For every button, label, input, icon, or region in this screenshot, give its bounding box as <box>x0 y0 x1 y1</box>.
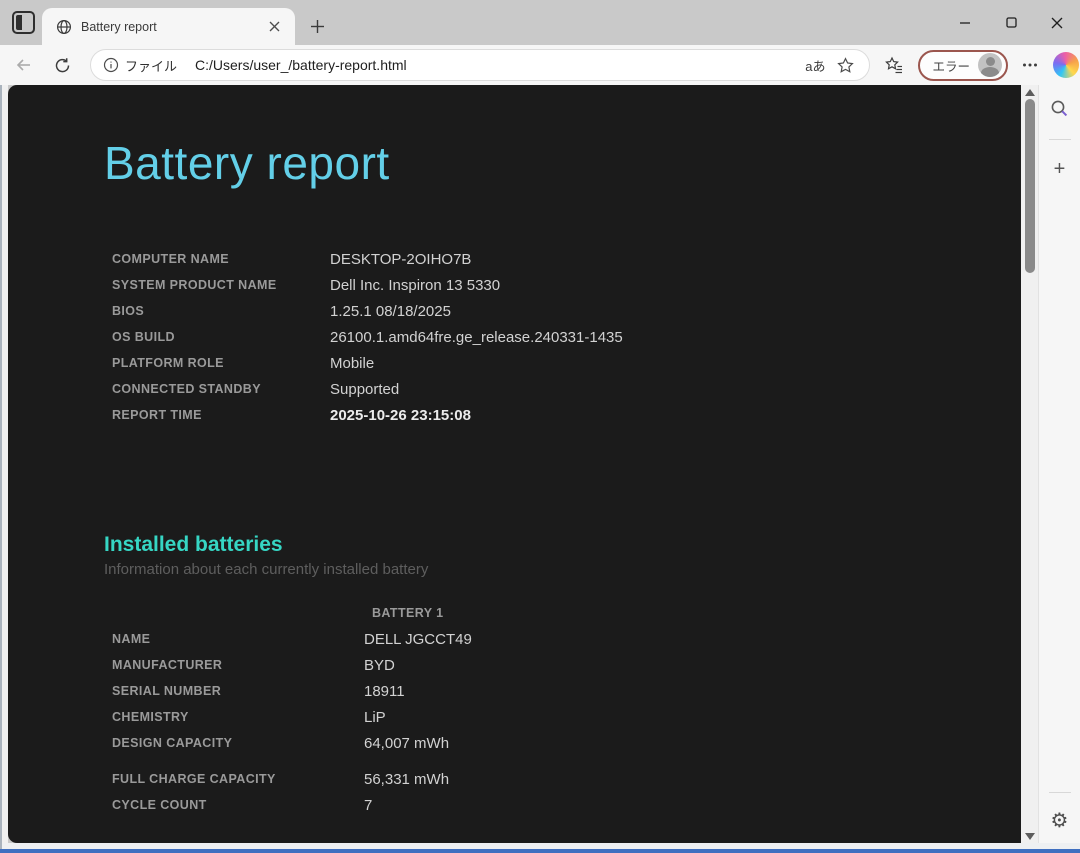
url-scheme-label: ファイル <box>125 56 177 75</box>
window-controls <box>942 0 1080 45</box>
back-icon[interactable] <box>8 49 40 81</box>
window-left-edge <box>0 85 8 843</box>
table-row: COMPUTER NAME DESKTOP-2OIHO7B <box>112 246 1021 272</box>
title-bar: Battery report <box>0 0 1080 45</box>
table-row: NAME DELL JGCCT49 <box>112 626 1021 652</box>
table-row: PLATFORM ROLE Mobile <box>112 350 1021 376</box>
table-row: DESIGN CAPACITY 64,007 mWh <box>112 730 1021 756</box>
address-bar[interactable]: ファイル C:/Users/user_/battery-report.html … <box>90 49 870 81</box>
section-title-installed-batteries: Installed batteries <box>104 532 1021 558</box>
table-row: REPORT TIME 2025-10-26 23:15:08 <box>112 402 1021 428</box>
sidebar-divider <box>1049 139 1071 140</box>
settings-and-more-icon[interactable] <box>1016 51 1044 79</box>
page-title: Battery report <box>104 136 1021 190</box>
browser-window: Battery report <box>0 0 1080 853</box>
browser-toolbar: ファイル C:/Users/user_/battery-report.html … <box>0 45 1080 85</box>
table-row: CONNECTED STANDBY Supported <box>112 376 1021 402</box>
table-row: CYCLE COUNT 7 <box>112 792 1021 818</box>
minimize-button[interactable] <box>942 0 988 45</box>
table-row: SERIAL NUMBER 18911 <box>112 678 1021 704</box>
tab-close-icon[interactable] <box>263 16 285 38</box>
table-row: FULL CHARGE CAPACITY 56,331 mWh <box>112 766 1021 792</box>
refresh-icon[interactable] <box>46 49 78 81</box>
sidebar-search-icon[interactable] <box>1045 93 1075 123</box>
table-row: CHEMISTRY LiP <box>112 704 1021 730</box>
tab-actions-menu-icon[interactable] <box>12 11 35 34</box>
table-row: MANUFACTURER BYD <box>112 652 1021 678</box>
table-row: BIOS 1.25.1 08/18/2025 <box>112 298 1021 324</box>
globe-icon <box>56 19 72 35</box>
scroll-down-icon[interactable] <box>1021 829 1038 843</box>
favorite-star-icon[interactable] <box>831 51 859 79</box>
installed-batteries-table: BATTERY 1 NAME DELL JGCCT49 MANUFACTURER… <box>112 600 1021 818</box>
sidebar-divider <box>1049 792 1071 793</box>
section-subtitle: Information about each currently install… <box>104 560 1021 580</box>
scroll-up-icon[interactable] <box>1021 85 1038 99</box>
vertical-scrollbar[interactable] <box>1021 85 1038 843</box>
tab-title: Battery report <box>81 20 263 34</box>
translate-button[interactable]: aあ <box>799 53 831 78</box>
browser-tab[interactable]: Battery report <box>42 8 295 45</box>
window-bottom-border <box>0 843 1080 853</box>
scrollbar-thumb[interactable] <box>1025 99 1035 273</box>
table-row: SYSTEM PRODUCT NAME Dell Inc. Inspiron 1… <box>112 272 1021 298</box>
sidebar-settings-gear-icon[interactable]: ⚙ <box>1045 805 1075 835</box>
copilot-icon[interactable] <box>1052 51 1080 79</box>
close-window-button[interactable] <box>1034 0 1080 45</box>
battery-report-page: Battery report COMPUTER NAME DESKTOP-2OI… <box>8 85 1021 843</box>
system-info-table: COMPUTER NAME DESKTOP-2OIHO7B SYSTEM PRO… <box>112 246 1021 428</box>
maximize-button[interactable] <box>988 0 1034 45</box>
browser-viewport: Battery report COMPUTER NAME DESKTOP-2OI… <box>0 85 1080 843</box>
url-text: C:/Users/user_/battery-report.html <box>195 57 799 73</box>
profile-button[interactable]: エラー <box>918 50 1008 81</box>
new-tab-button[interactable] <box>303 12 331 40</box>
page-info-icon[interactable] <box>103 57 119 73</box>
profile-error-label: エラー <box>932 56 970 75</box>
table-row: OS BUILD 26100.1.amd64fre.ge_release.240… <box>112 324 1021 350</box>
favorites-list-icon[interactable] <box>880 51 908 79</box>
sidebar-add-button[interactable]: + <box>1045 154 1075 184</box>
edge-sidebar: + ⚙ <box>1038 85 1080 843</box>
avatar <box>978 53 1002 77</box>
column-header-battery-1: BATTERY 1 <box>372 600 1021 626</box>
